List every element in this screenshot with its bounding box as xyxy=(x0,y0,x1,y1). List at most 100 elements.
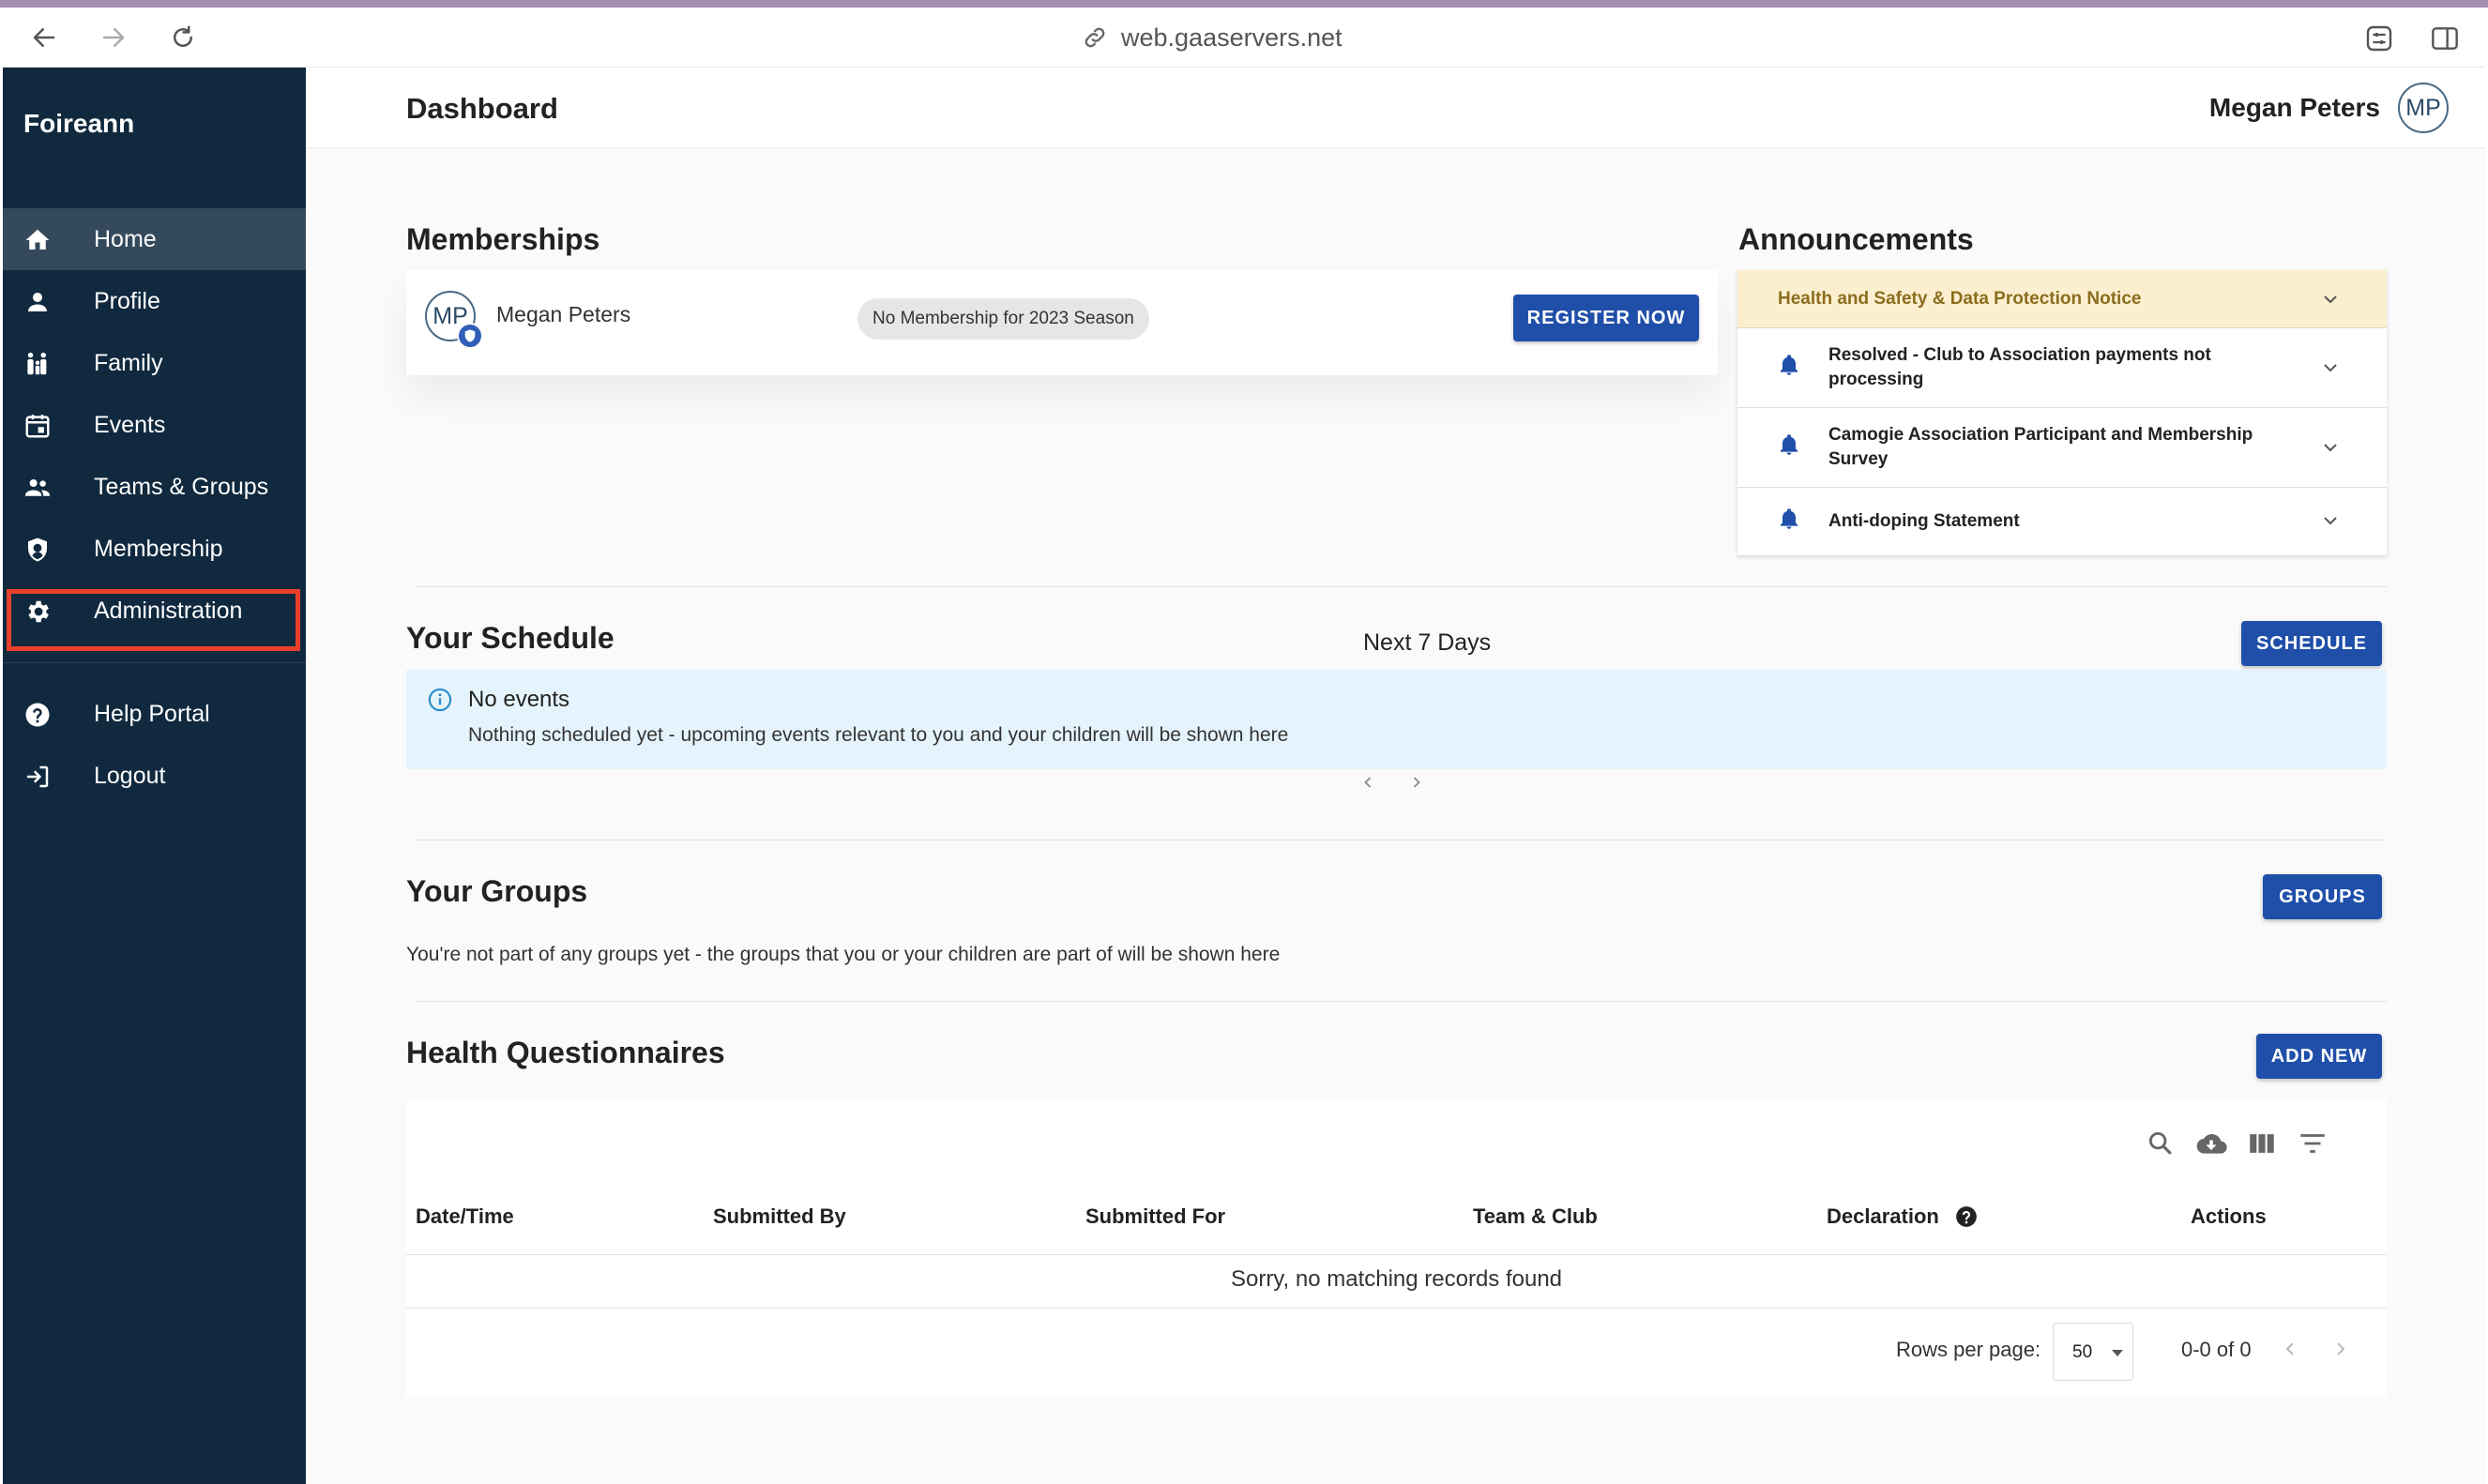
bell-icon xyxy=(1780,508,1798,529)
chevron-down-icon xyxy=(2324,444,2337,452)
sidebar-item-label: Family xyxy=(94,349,163,376)
sidebar-item-profile[interactable]: Profile xyxy=(3,270,306,332)
sidebar-item-administration[interactable]: Administration xyxy=(3,580,306,642)
table-header-divider xyxy=(406,1254,2387,1255)
calendar-icon xyxy=(25,415,50,438)
announcement-item-payments[interactable]: Resolved - Club to Association payments … xyxy=(1737,328,2387,408)
add-new-button[interactable]: ADD NEW xyxy=(2256,1034,2382,1079)
sidebar-item-family[interactable]: Family xyxy=(3,332,306,394)
sidebar-item-events[interactable]: Events xyxy=(3,394,306,456)
sidebar-item-membership[interactable]: Membership xyxy=(3,518,306,580)
address-bar[interactable]: web.gaaservers.net xyxy=(1082,21,1343,54)
rows-per-page-select[interactable]: 50 xyxy=(2053,1323,2133,1381)
logout-icon xyxy=(26,765,49,788)
sidebar-item-help-portal[interactable]: Help Portal xyxy=(3,683,306,745)
home-icon xyxy=(25,229,50,250)
search-icon[interactable] xyxy=(2145,1128,2177,1159)
chevron-down-icon xyxy=(2324,517,2337,525)
forward-arrow-icon xyxy=(102,28,125,47)
column-header-submitted-by[interactable]: Submitted By xyxy=(713,1204,846,1229)
browser-toolbar: web.gaaservers.net xyxy=(3,8,2485,68)
questionnaires-title: Health Questionnaires xyxy=(406,1036,725,1069)
member-name: Megan Peters xyxy=(496,302,631,326)
column-header-submitted-for[interactable]: Submitted For xyxy=(1085,1204,1225,1229)
bell-icon xyxy=(1780,355,1798,375)
schedule-title: Your Schedule xyxy=(406,621,614,655)
memberships-title: Memberships xyxy=(406,222,600,256)
forward-button[interactable] xyxy=(97,21,130,54)
family-icon xyxy=(27,352,47,375)
announcements-panel: Health and Safety & Data Protection Noti… xyxy=(1737,270,2387,555)
top-bar: Dashboard Megan Peters MP xyxy=(306,68,2485,148)
column-header-declaration[interactable]: Declaration xyxy=(1827,1204,1939,1229)
sidebar-item-label: Teams & Groups xyxy=(94,473,269,500)
chevron-left-icon[interactable] xyxy=(1357,771,1379,794)
shield-icon xyxy=(464,329,476,342)
announcement-item-camogie-survey[interactable]: Camogie Association Participant and Memb… xyxy=(1737,408,2387,488)
sidebar-item-label: Profile xyxy=(94,287,160,314)
window-frame-top xyxy=(0,0,2488,8)
person-icon xyxy=(28,293,47,311)
caret-down-icon xyxy=(2112,1350,2123,1356)
main-content: Dashboard Megan Peters MP Memberships MP… xyxy=(306,68,2485,1484)
reload-button[interactable] xyxy=(166,21,200,54)
schedule-range-label: Next 7 Days xyxy=(1363,629,1492,656)
next-page-icon[interactable] xyxy=(2328,1336,2354,1362)
register-now-button[interactable]: REGISTER NOW xyxy=(1513,295,1699,341)
back-button[interactable] xyxy=(27,21,61,54)
table-empty-message: Sorry, no matching records found xyxy=(1230,1266,1563,1292)
sliders-icon xyxy=(2366,25,2392,52)
groups-title: Your Groups xyxy=(406,874,588,908)
membership-status-chip: No Membership for 2023 Season xyxy=(857,298,1149,340)
shield-icon xyxy=(28,538,47,562)
chevron-right-icon[interactable] xyxy=(1405,771,1428,794)
info-icon xyxy=(428,688,452,712)
sidebar-item-label: Membership xyxy=(94,535,223,562)
sidebar-item-home[interactable]: Home xyxy=(3,208,306,270)
section-divider xyxy=(415,1001,2387,1002)
no-events-alert: No events Nothing scheduled yet - upcomi… xyxy=(406,670,2387,769)
link-icon xyxy=(1085,27,1105,48)
brand-title: Foireann xyxy=(23,109,135,138)
announcement-title: Camogie Association Participant and Memb… xyxy=(1828,425,2253,469)
sidebar-item-teams-groups[interactable]: Teams & Groups xyxy=(3,456,306,518)
schedule-pager xyxy=(1357,771,1428,794)
groups-button[interactable]: GROUPS xyxy=(2263,874,2382,919)
rows-per-page-label: Rows per page: xyxy=(1896,1338,2041,1361)
column-header-date-time[interactable]: Date/Time xyxy=(416,1204,514,1229)
rows-per-page-value: 50 xyxy=(2072,1342,2093,1362)
back-arrow-icon xyxy=(33,28,55,47)
url-text: web.gaaservers.net xyxy=(1121,23,1343,52)
no-events-message: Nothing scheduled yet - upcoming events … xyxy=(468,724,1289,746)
extensions-button[interactable] xyxy=(2361,21,2397,56)
sidebar-item-label: Help Portal xyxy=(94,700,210,727)
view-columns-icon[interactable] xyxy=(2246,1128,2278,1159)
column-header-team-club[interactable]: Team & Club xyxy=(1473,1204,1598,1229)
sidebar-item-logout[interactable]: Logout xyxy=(3,745,306,807)
sidebar: Foireann Home Profile Family Events Team… xyxy=(3,68,306,1484)
help-icon xyxy=(25,703,50,727)
previous-page-icon[interactable] xyxy=(2277,1336,2303,1362)
gear-icon xyxy=(28,600,49,623)
no-events-title: No events xyxy=(468,687,570,712)
announcement-item-health-safety[interactable]: Health and Safety & Data Protection Noti… xyxy=(1737,270,2387,328)
user-avatar[interactable]: MP xyxy=(2398,83,2449,133)
questionnaires-table: Date/Time Submitted By Submitted For Tea… xyxy=(406,1099,2387,1398)
schedule-button[interactable]: SCHEDULE xyxy=(2241,621,2382,666)
help-icon[interactable] xyxy=(1954,1204,1979,1229)
membership-card: MP Megan Peters No Membership for 2023 S… xyxy=(406,270,1718,375)
filter-list-icon[interactable] xyxy=(2297,1128,2329,1159)
membership-badge xyxy=(457,323,483,349)
sidebar-divider xyxy=(3,662,306,663)
sidebar-item-label: Logout xyxy=(94,762,166,789)
announcements-title: Announcements xyxy=(1738,222,1974,256)
cloud-download-icon[interactable] xyxy=(2195,1128,2227,1159)
section-divider xyxy=(415,586,2387,587)
group-icon xyxy=(24,479,51,496)
pagination-range: 0-0 of 0 xyxy=(2181,1338,2252,1361)
chevron-down-icon xyxy=(2324,295,2337,304)
announcement-item-anti-doping[interactable]: Anti-doping Statement xyxy=(1737,488,2387,555)
sidebar-toggle-button[interactable] xyxy=(2427,21,2463,56)
announcement-title: Anti-doping Statement xyxy=(1828,511,2020,531)
reload-icon xyxy=(174,25,192,47)
